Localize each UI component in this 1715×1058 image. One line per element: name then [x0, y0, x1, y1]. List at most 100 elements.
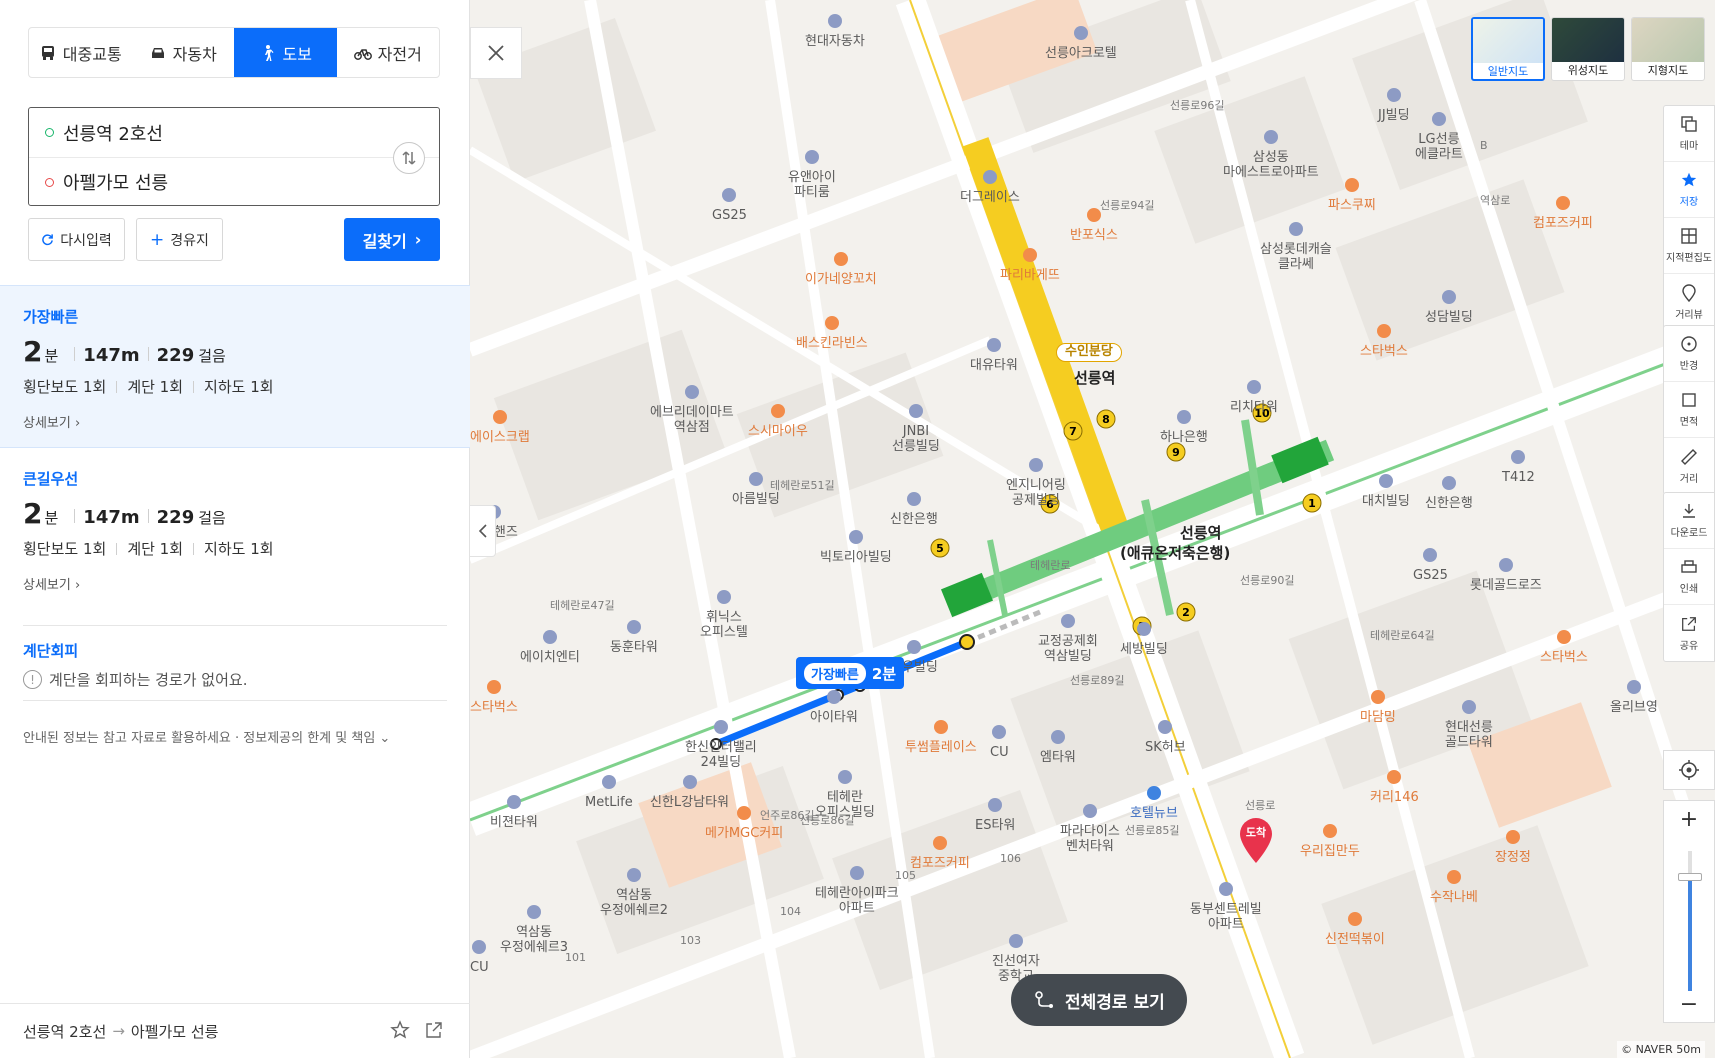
- poi-label[interactable]: 현대자동차: [805, 14, 865, 50]
- poi-label[interactable]: GS25: [1413, 548, 1448, 584]
- poi-label[interactable]: 스타벅스: [470, 680, 518, 716]
- star-icon[interactable]: [390, 1020, 410, 1040]
- close-button[interactable]: [470, 27, 522, 79]
- poi-label[interactable]: 호텔뉴브: [1130, 786, 1178, 822]
- poi-label[interactable]: 아이타워: [810, 690, 858, 726]
- poi-label[interactable]: 빅토리아빌딩: [820, 530, 892, 566]
- poi-label[interactable]: 한신인터밸리 24빌딩: [685, 720, 757, 771]
- poi-label[interactable]: 에이스크랩: [470, 410, 530, 446]
- map-view[interactable]: 1 2 3 5 6 7 8 9 10 수인분당 선릉역 선릉역 (애큐온저축은행…: [470, 0, 1715, 1058]
- poi-label[interactable]: 파스쿠찌: [1328, 178, 1376, 214]
- poi-label[interactable]: 신한은행: [1425, 476, 1473, 512]
- poi-label[interactable]: ES타워: [975, 798, 1015, 834]
- poi-label[interactable]: 삼성동 마에스트로아파트: [1223, 130, 1319, 181]
- poi-label[interactable]: 비젼타워: [490, 795, 538, 831]
- poi-label[interactable]: JJ빌딩: [1378, 88, 1410, 124]
- reset-button[interactable]: 다시입력: [28, 218, 125, 261]
- route-result-main-road[interactable]: 큰길우선 2 분 147m 229 걸음 횡단보도 1회 계단 1회 지하도 1…: [0, 448, 470, 611]
- download-button[interactable]: 다운로드: [1664, 493, 1714, 549]
- theme-button[interactable]: 테마: [1664, 106, 1714, 162]
- poi-label[interactable]: 휘닉스 오피스텔: [700, 590, 748, 641]
- poi-label[interactable]: 하나은행: [1160, 410, 1208, 446]
- poi-label[interactable]: 대유타워: [970, 338, 1018, 374]
- poi-label[interactable]: 우리집만두: [1300, 824, 1360, 860]
- swap-button[interactable]: [393, 142, 425, 174]
- poi-label[interactable]: CU: [990, 725, 1009, 761]
- poi-label[interactable]: 엔지니어링 공제빌딩: [1006, 458, 1066, 509]
- collapse-panel-button[interactable]: [470, 505, 496, 557]
- poi-label[interactable]: 더그레이스: [960, 170, 1020, 206]
- poi-label[interactable]: 대치빌딩: [1362, 474, 1410, 510]
- poi-label[interactable]: 동부센트레빌 아파트: [1190, 882, 1262, 933]
- poi-label[interactable]: 반포식스: [1070, 208, 1118, 244]
- share-icon[interactable]: [424, 1020, 444, 1040]
- poi-label[interactable]: 스시마이우: [748, 404, 808, 440]
- poi-label[interactable]: CU: [470, 940, 489, 976]
- poi-label[interactable]: SK허브: [1145, 720, 1186, 756]
- zoom-slider-handle[interactable]: [1678, 873, 1702, 881]
- poi-label[interactable]: 동훈타워: [610, 620, 658, 656]
- print-button[interactable]: 인쇄: [1664, 549, 1714, 605]
- disclaimer-link[interactable]: 안내된 정보는 참고 자료로 활용하세요 · 정보제공의 한계 및 책임 ⌄: [23, 700, 447, 746]
- poi-label[interactable]: 투썸플레이스: [905, 720, 977, 756]
- poi-label[interactable]: 롯데골드로즈: [1470, 558, 1542, 594]
- poi-label[interactable]: 신전떡볶이: [1325, 912, 1385, 948]
- tab-walk[interactable]: 도보: [234, 28, 337, 77]
- poi-label[interactable]: 선릉아크로텔: [1045, 26, 1117, 62]
- distance-button[interactable]: 거리: [1664, 438, 1714, 494]
- poi-label[interactable]: 엠타워: [1040, 730, 1076, 766]
- poi-label[interactable]: 테헤란아이파크 아파트: [815, 866, 899, 917]
- poi-label[interactable]: 컴포즈커피: [1533, 196, 1593, 232]
- street-view-button[interactable]: 거리뷰: [1664, 274, 1714, 330]
- poi-label[interactable]: 에브리데이마트 역삼점: [650, 385, 734, 436]
- poi-label[interactable]: 커리146: [1370, 770, 1419, 806]
- poi-label[interactable]: GS25: [712, 188, 747, 224]
- map-type-terrain[interactable]: 지형지도: [1631, 17, 1705, 81]
- poi-label[interactable]: 역삼동 우정에쉐르3: [500, 905, 568, 956]
- poi-label[interactable]: 올리브영: [1610, 680, 1658, 716]
- end-marker[interactable]: 도착: [1238, 817, 1274, 869]
- poi-label[interactable]: 세방빌딩: [1120, 622, 1168, 658]
- poi-label[interactable]: 유앤아이 파티룸: [788, 150, 836, 201]
- detail-link[interactable]: 상세보기 ›: [23, 412, 470, 431]
- poi-label[interactable]: LG선릉 에클라트: [1415, 112, 1463, 163]
- route-time-tooltip[interactable]: 가장빠른 2분: [796, 657, 905, 689]
- view-full-route-button[interactable]: 전체경로 보기: [1011, 974, 1187, 1026]
- save-button[interactable]: 저장: [1664, 162, 1714, 218]
- tab-car[interactable]: 자동차: [132, 28, 235, 77]
- add-waypoint-button[interactable]: + 경유지: [136, 218, 223, 261]
- poi-label[interactable]: MetLife: [585, 775, 633, 811]
- find-route-button[interactable]: 길찾기 ›: [344, 218, 440, 261]
- poi-label[interactable]: 이가네양꼬치: [805, 252, 877, 288]
- poi-label[interactable]: 수작나베: [1430, 870, 1478, 906]
- map-type-satellite[interactable]: 위성지도: [1551, 17, 1625, 81]
- poi-label[interactable]: 마담밍: [1360, 690, 1396, 726]
- tab-bike[interactable]: 자전거: [337, 28, 440, 77]
- detail-link[interactable]: 상세보기 ›: [23, 574, 470, 593]
- share-map-button[interactable]: 공유: [1664, 605, 1714, 661]
- poi-label[interactable]: 파라다이스 벤처타워: [1060, 804, 1120, 855]
- area-button[interactable]: 면적: [1664, 382, 1714, 438]
- poi-label[interactable]: 배스킨라빈스: [796, 316, 868, 352]
- poi-label[interactable]: 신한은행: [890, 492, 938, 528]
- poi-label[interactable]: 스타벅스: [1360, 324, 1408, 360]
- poi-label[interactable]: 리치타워: [1230, 380, 1278, 416]
- poi-label[interactable]: 성담빌딩: [1425, 290, 1473, 326]
- poi-label[interactable]: 에이치엔티: [520, 630, 580, 666]
- radius-button[interactable]: 반경: [1664, 326, 1714, 382]
- poi-label[interactable]: 스타벅스: [1540, 630, 1588, 666]
- end-field[interactable]: 아펠가모 선릉: [29, 157, 439, 206]
- poi-label[interactable]: 장정정: [1495, 830, 1531, 866]
- poi-label[interactable]: 현대선릉 골드타워: [1445, 700, 1493, 751]
- poi-label[interactable]: 역삼동 우정에쉐르2: [600, 868, 668, 919]
- route-result-fastest[interactable]: 가장빠른 2 분 147m 229 걸음 횡단보도 1회 계단 1회 지하도 1…: [0, 285, 470, 448]
- zoom-out-button[interactable]: −: [1664, 986, 1714, 1022]
- my-location-button[interactable]: [1663, 750, 1715, 790]
- poi-label[interactable]: T412: [1502, 450, 1535, 486]
- cadastral-button[interactable]: 지적편집도: [1664, 218, 1714, 274]
- poi-label[interactable]: 파리바게뜨: [1000, 248, 1060, 284]
- zoom-in-button[interactable]: +: [1664, 801, 1714, 837]
- map-type-normal[interactable]: 일반지도: [1471, 17, 1545, 81]
- poi-label[interactable]: 삼성롯데캐슬 클라쎄: [1260, 222, 1332, 273]
- poi-label[interactable]: 교정공제회 역삼빌딩: [1038, 614, 1098, 665]
